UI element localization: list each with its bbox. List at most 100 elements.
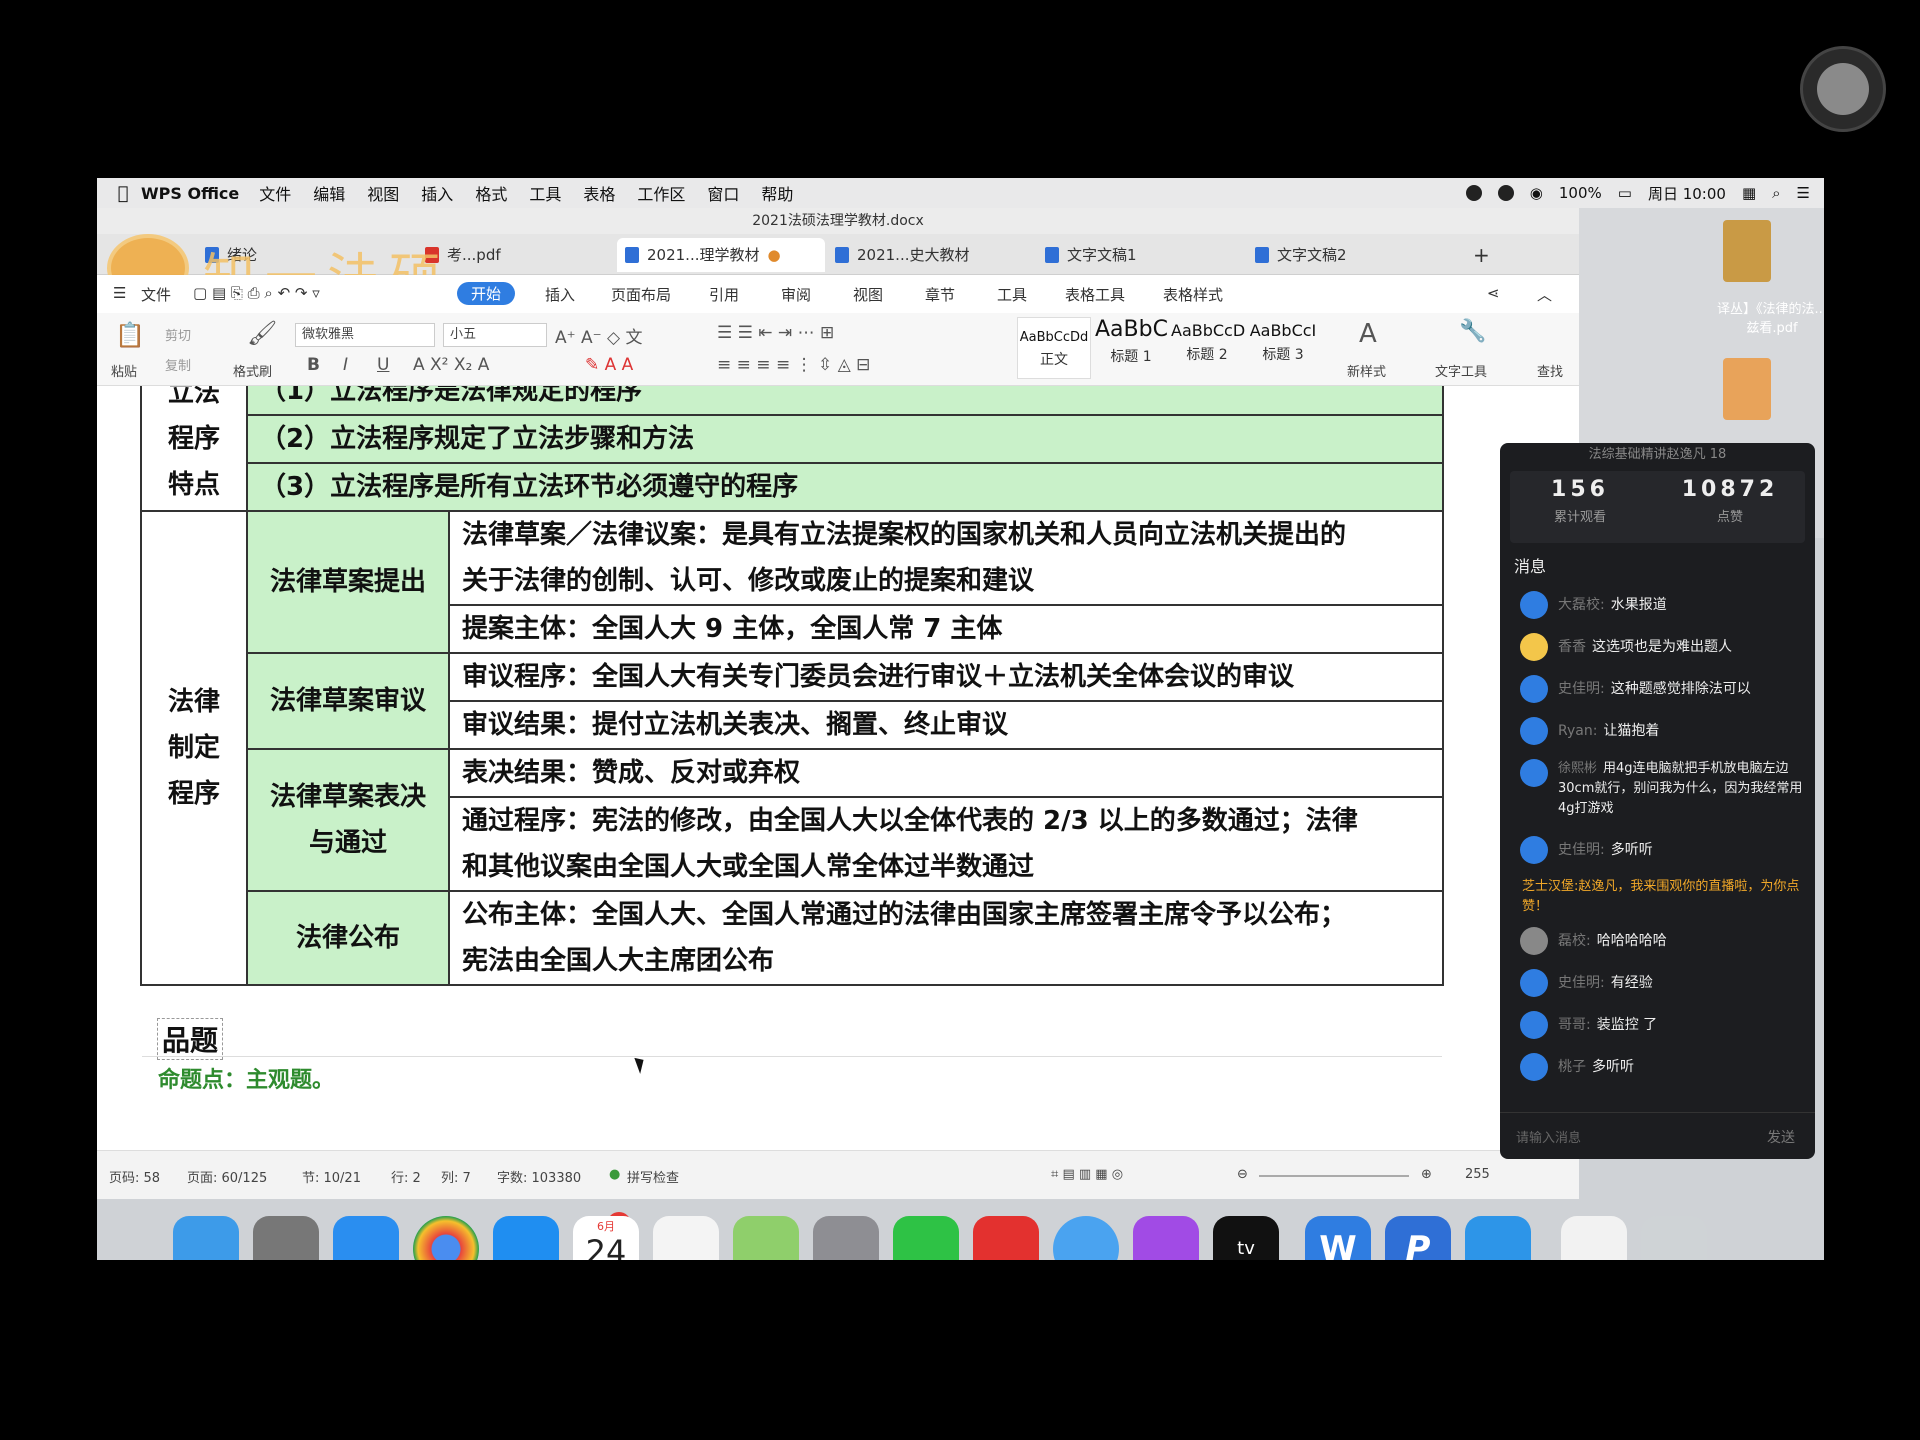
format-painter-button[interactable]: 格式刷	[233, 361, 272, 380]
calendar-icon[interactable]: 6月 24	[573, 1216, 639, 1260]
tab-jurisprudence[interactable]: 2021...理学教材 ●	[617, 238, 825, 272]
record-status-icon[interactable]	[1497, 185, 1514, 201]
ribbon-tab-insert[interactable]: 插入	[545, 284, 575, 305]
system-preferences-icon[interactable]	[813, 1216, 879, 1260]
paste-icon[interactable]: 📋	[115, 321, 145, 349]
spotlight-search-icon[interactable]: ⌕	[1772, 184, 1780, 202]
spell-check-button[interactable]: 拼写检查	[627, 1167, 679, 1186]
quick-access-icons[interactable]: ▢ ▤ ⎘ ⎙ ⌕ ↶ ↷ ▿	[193, 284, 320, 302]
desktop-pdf-icon[interactable]	[1723, 358, 1771, 420]
menu-help[interactable]: 帮助	[761, 181, 793, 205]
bold-icon[interactable]: B	[307, 355, 320, 375]
zoom-slider[interactable]	[1259, 1175, 1409, 1177]
clock[interactable]: 周日 10:00	[1648, 183, 1726, 204]
menu-workspace[interactable]: 工作区	[637, 181, 685, 205]
style-normal[interactable]: AaBbCcDd 正文	[1017, 317, 1091, 379]
zoom-level[interactable]: 255	[1465, 1167, 1490, 1182]
ribbon-tab-table-tools[interactable]: 表格工具	[1065, 284, 1125, 305]
font-name-select[interactable]: 微软雅黑	[295, 323, 435, 347]
font-size-controls[interactable]: A⁺ A⁻ ◇ 文	[555, 323, 643, 348]
battery-icon[interactable]: ▭	[1618, 184, 1632, 202]
menu-icon[interactable]: ☰	[113, 284, 126, 302]
control-center-icon[interactable]: ☰	[1797, 184, 1810, 202]
document-canvas[interactable]: 立法 程序 特点 （1）立法程序是法律规定的程序 （2）立法程序规定了立法步骤和…	[97, 386, 1579, 1150]
wechat-icon[interactable]	[893, 1216, 959, 1260]
apple-tv-icon[interactable]: tv	[1213, 1216, 1279, 1260]
status-icon[interactable]	[1465, 185, 1482, 201]
ribbon-tab-tools[interactable]: 工具	[997, 284, 1027, 305]
feishu-icon[interactable]	[1465, 1216, 1531, 1260]
cut-button[interactable]: 剪切	[165, 325, 191, 344]
menu-file[interactable]: 文件	[259, 181, 291, 205]
view-mode-icons[interactable]: ⌗ ▤ ▥ ▦ ◎	[1051, 1167, 1123, 1182]
ribbon-tab-file[interactable]: 文件	[141, 284, 171, 305]
ribbon-tab-chapter[interactable]: 章节	[925, 284, 955, 305]
menu-insert[interactable]: 插入	[421, 181, 453, 205]
wps-presentation-icon[interactable]: P	[1385, 1216, 1451, 1260]
italic-icon[interactable]: I	[343, 355, 348, 375]
app-store-icon[interactable]	[493, 1216, 559, 1260]
tab-text2[interactable]: 文字文稿2	[1247, 238, 1445, 272]
blocked-app-icon[interactable]	[973, 1216, 1039, 1260]
chat-input[interactable]: 请输入消息 发送	[1500, 1112, 1815, 1159]
ribbon-tab-review[interactable]: 审阅	[781, 284, 811, 305]
new-tab-button[interactable]: +	[1465, 238, 1490, 272]
style-heading1[interactable]: AaBbC 标题 1	[1095, 317, 1168, 377]
menu-window[interactable]: 窗口	[707, 181, 739, 205]
reminders-icon[interactable]	[653, 1216, 719, 1260]
spell-check-icon[interactable]: ●	[609, 1167, 620, 1182]
safari-icon[interactable]	[333, 1216, 399, 1260]
send-button[interactable]: 发送	[1767, 1127, 1795, 1147]
menu-tools[interactable]: 工具	[529, 181, 561, 205]
zoom-out-icon[interactable]: ⊖	[1237, 1167, 1248, 1182]
new-style-icon[interactable]: A	[1359, 319, 1377, 349]
wps-writer-icon[interactable]: W	[1305, 1216, 1371, 1260]
find-button[interactable]: 查找	[1537, 361, 1563, 380]
ribbon-tab-layout[interactable]: 页面布局	[611, 284, 671, 305]
collapse-ribbon-icon[interactable]: ︿	[1537, 284, 1552, 305]
tab-text1[interactable]: 文字文稿1	[1037, 238, 1235, 272]
record-button[interactable]	[1800, 46, 1886, 132]
zoom-in-icon[interactable]: ⊕	[1421, 1167, 1432, 1182]
wrench-icon[interactable]: 🔧	[1459, 319, 1486, 344]
underline-icon[interactable]: U	[377, 355, 389, 375]
style-heading3[interactable]: AaBbCcI 标题 3	[1247, 317, 1319, 377]
doc-icon	[625, 247, 639, 263]
app-menu[interactable]: WPS Office	[141, 184, 239, 203]
ribbon-tab-table-style[interactable]: 表格样式	[1163, 284, 1223, 305]
document-stack-icon[interactable]	[1561, 1216, 1627, 1260]
new-style-button[interactable]: 新样式	[1347, 361, 1386, 380]
qq-icon[interactable]	[1053, 1216, 1119, 1260]
wifi-icon[interactable]: ◉	[1530, 184, 1543, 202]
avatar	[1520, 969, 1548, 997]
finder-icon[interactable]	[173, 1216, 239, 1260]
align-icons[interactable]: ≡ ≡ ≡ ≡ ⋮ ⇳ ◬ ⊟	[717, 355, 870, 375]
font-size-select[interactable]: 小五	[443, 323, 547, 347]
text-tools-button[interactable]: 文字工具	[1435, 361, 1487, 380]
trash-icon[interactable]	[1641, 1216, 1707, 1260]
desktop-file-icon[interactable]	[1723, 220, 1771, 282]
menu-format[interactable]: 格式	[475, 181, 507, 205]
ribbon-tab-references[interactable]: 引用	[709, 284, 739, 305]
menu-table[interactable]: 表格	[583, 181, 615, 205]
share-icon[interactable]: ⋖	[1487, 284, 1500, 302]
menu-view[interactable]: 视图	[367, 181, 399, 205]
paste-button[interactable]: 粘贴	[111, 361, 137, 380]
text-effects-icons[interactable]: A X² X₂ A	[413, 355, 489, 375]
podcasts-icon[interactable]	[1133, 1216, 1199, 1260]
ribbon-tab-home[interactable]: 开始	[457, 282, 516, 305]
tab-history[interactable]: 2021...史大教材	[827, 238, 1025, 272]
list-icons[interactable]: ☰ ☰ ⇤ ⇥ ⋯ ⊞	[717, 323, 834, 343]
font-color-icons[interactable]: ✎ A A	[585, 355, 633, 375]
apple-icon[interactable]: 	[105, 183, 141, 204]
input-method-icon[interactable]: ▦	[1742, 184, 1756, 202]
format-painter-icon[interactable]: 🖌	[247, 319, 277, 347]
style-heading2[interactable]: AaBbCcD 标题 2	[1171, 317, 1245, 377]
menu-edit[interactable]: 编辑	[313, 181, 345, 205]
launchpad-icon[interactable]	[253, 1216, 319, 1260]
ribbon-tab-view[interactable]: 视图	[853, 284, 883, 305]
chrome-icon[interactable]	[413, 1216, 479, 1260]
copy-button[interactable]: 复制	[165, 355, 191, 374]
maps-icon[interactable]	[733, 1216, 799, 1260]
feature-row: （1）立法程序是法律规定的程序	[246, 386, 1444, 416]
